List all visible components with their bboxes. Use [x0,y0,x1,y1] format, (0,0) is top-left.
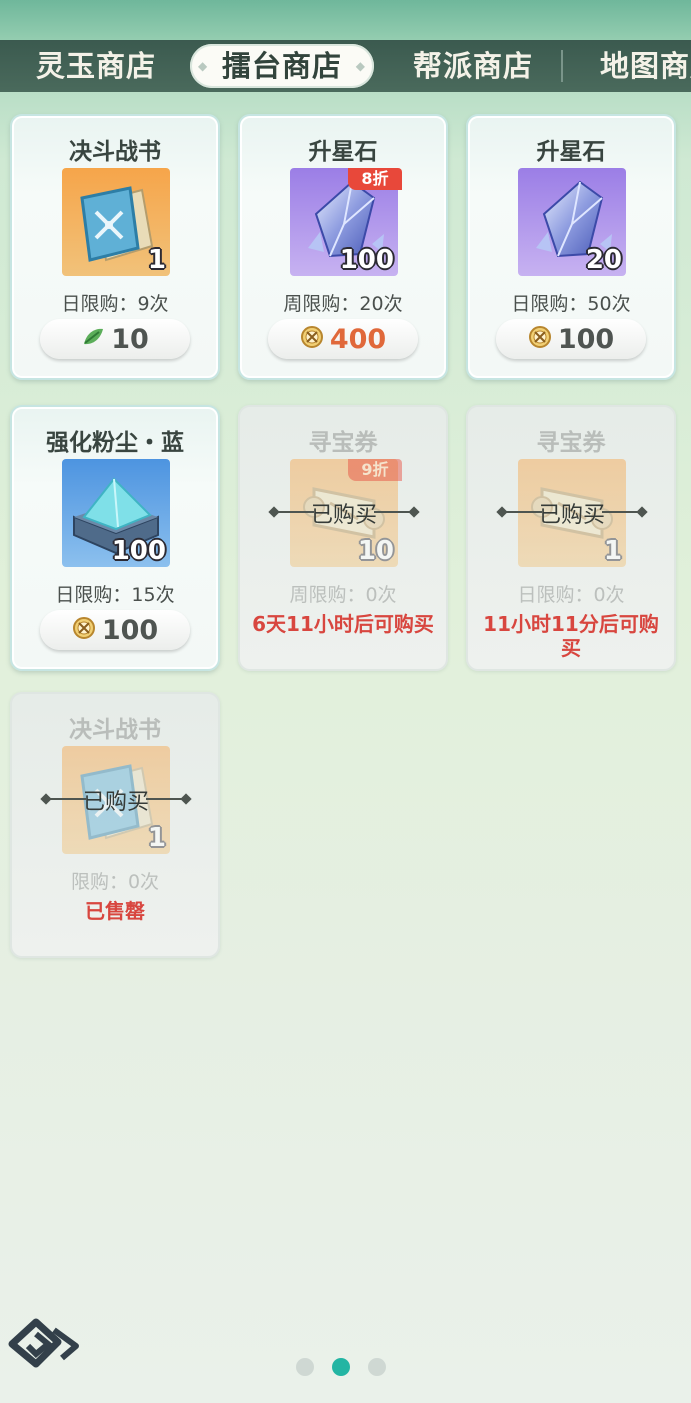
shop-item-card[interactable]: 决斗战书 1 已购买限购：0次已售罄 [10,692,220,958]
tab-divider [561,50,563,82]
arena-coin-icon [300,325,324,353]
price-value: 400 [329,323,387,355]
price-value: 100 [101,614,159,646]
purchase-limit: 日限购：9次 [61,293,169,315]
item-name: 寻宝券 [308,430,378,456]
top-banner [0,0,691,40]
purchased-overlay: 已购买 [268,497,420,528]
shop-item-card[interactable]: 升星石 20 日限购：50次 100 [466,114,676,380]
battle-scroll-icon[interactable]: 1 [62,168,170,276]
discount-badge: 8折 [348,168,402,190]
purchased-overlay: 已购买 [40,784,192,815]
page-dot[interactable] [296,1358,314,1376]
item-name: 强化粉尘・蓝 [46,430,184,456]
purchase-limit: 日限购：50次 [511,293,631,315]
purchase-limit: 日限购：15次 [55,584,175,606]
tab-lingyu-shop[interactable]: 灵玉商店 [36,40,156,92]
buy-button[interactable]: 100 [40,610,190,650]
item-quantity: 1 [603,536,622,566]
buy-button[interactable]: 10 [40,319,190,359]
restock-status: 11小时11分后可购买 [483,612,659,660]
tab-arena-shop[interactable]: 擂台商店 [190,44,374,88]
purchased-label: 已购买 [82,790,149,815]
tab-guild-shop[interactable]: 帮派商店 [413,40,533,92]
item-quantity: 1 [147,245,166,275]
page-dot[interactable] [368,1358,386,1376]
item-quantity: 100 [111,536,166,566]
purchased-overlay: 已购买 [496,497,648,528]
arena-coin-icon [72,616,96,644]
purchase-limit: 日限购：0次 [517,584,625,606]
discount-badge: 9折 [348,459,402,481]
item-name: 升星石 [536,139,606,165]
item-quantity: 1 [147,823,166,853]
item-name: 决斗战书 [69,139,161,165]
item-name: 决斗战书 [69,717,161,743]
buy-button[interactable]: 400 [268,319,418,359]
shop-item-card[interactable]: 决斗战书 1 日限购：9次 10 [10,114,220,380]
purchased-label: 已购买 [538,503,605,528]
buy-button[interactable]: 100 [496,319,646,359]
tab-map-shop[interactable]: 地图商店 [600,40,691,92]
arena-coin-icon [528,325,552,353]
leaf-currency-icon [81,325,105,353]
price-value: 10 [111,323,149,355]
item-name: 升星石 [308,139,378,165]
game-logo-icon[interactable] [6,1312,82,1372]
shop-item-card[interactable]: 寻宝券 1 已购买日限购：0次 11小时11分后可购买 [466,405,676,671]
page-dot[interactable] [332,1358,350,1376]
star-stone-icon[interactable]: 20 [518,168,626,276]
item-quantity: 20 [585,245,622,275]
purchased-label: 已购买 [310,503,377,528]
item-quantity: 100 [339,245,394,275]
purchase-limit: 周限购：20次 [283,293,403,315]
shop-item-card[interactable]: 寻宝券 10 9折已购买周限购：0次 6天11小时后可购买 [238,405,448,671]
item-name: 寻宝券 [536,430,606,456]
shop-item-card[interactable]: 强化粉尘・蓝 100 日限购：15次 100 [10,405,220,671]
page-indicator [296,1358,396,1376]
price-value: 100 [557,323,615,355]
item-quantity: 10 [357,536,394,566]
purchase-limit: 限购：0次 [70,871,160,893]
restock-status: 已售罄 [85,899,145,923]
blue-dust-icon[interactable]: 100 [62,459,170,567]
shop-tab-bar: 灵玉商店 擂台商店 帮派商店 地图商店 [0,40,691,92]
restock-status: 6天11小时后可购买 [252,612,434,636]
purchase-limit: 周限购：0次 [289,584,397,606]
shop-item-card[interactable]: 升星石 100 8折周限购：20次 400 [238,114,448,380]
